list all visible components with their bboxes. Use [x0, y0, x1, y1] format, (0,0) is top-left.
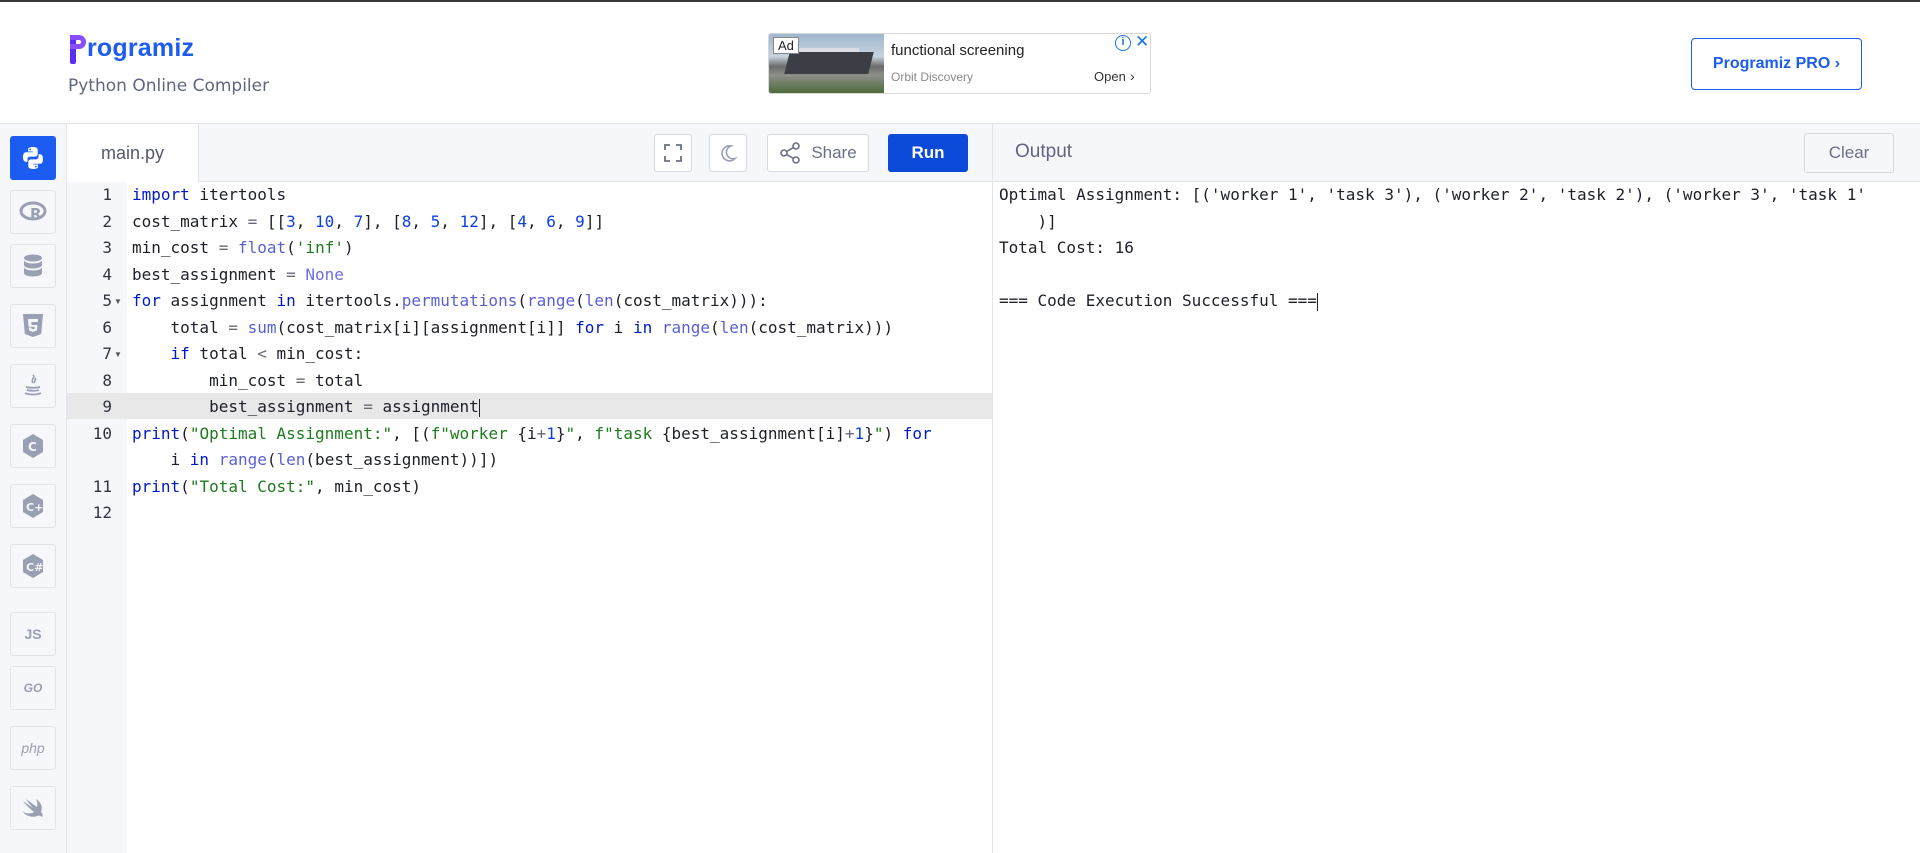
code-line: cost_matrix = [[3, 10, 7], [8, 5, 12], [… [132, 211, 605, 231]
clear-button[interactable]: Clear [1804, 133, 1894, 173]
ad-source: Orbit Discovery [891, 70, 974, 84]
sidebar-item-csharp[interactable]: C# [10, 544, 56, 588]
python-icon [23, 147, 43, 169]
programiz-pro-button[interactable]: Programiz PRO › [1691, 38, 1862, 90]
sidebar-item-sql[interactable] [10, 244, 56, 288]
database-icon [24, 254, 42, 277]
svg-text:C#: C# [26, 561, 43, 574]
moon-icon [721, 145, 736, 162]
sidebar-item-swift[interactable] [10, 786, 56, 830]
code-line: min_cost = float('inf') [132, 238, 354, 257]
line-number: 5 [102, 291, 112, 310]
sidebar-item-java[interactable] [10, 364, 56, 408]
html5-icon [23, 314, 43, 337]
line-number: 9 [102, 397, 112, 416]
code-line: for assignment in itertools.permutations… [132, 291, 768, 310]
logo-mark-icon [68, 32, 86, 64]
line-number: 6 [102, 317, 112, 337]
go-icon: GO [23, 681, 43, 695]
sidebar-item-go[interactable]: GO [10, 666, 56, 710]
line-number: 10 [92, 423, 112, 443]
csharp-icon: C# [23, 554, 43, 578]
code-line: if total < min_cost: [170, 344, 364, 363]
programiz-logo[interactable]: rogramiz [68, 32, 194, 64]
theme-toggle-button[interactable] [709, 134, 747, 172]
language-sidebar: R C C+ C# JS GO php [0, 124, 67, 853]
svg-text:C+: C+ [26, 501, 43, 514]
line-number: 4 [102, 264, 112, 284]
fullscreen-button[interactable] [654, 134, 692, 172]
output-toolbar: Output Clear [992, 124, 1920, 182]
cpp-icon: C+ [23, 494, 43, 518]
line-number: 8 [102, 370, 112, 390]
fold-arrow-icon[interactable]: ▼ [114, 297, 122, 306]
chevron-right-icon[interactable]: › [1130, 68, 1135, 84]
output-title: Output [1015, 141, 1073, 162]
fold-arrow-icon[interactable]: ▼ [114, 350, 122, 359]
ad-banner[interactable]: Ad functional screening Orbit Discovery … [768, 33, 1151, 94]
line-number: 7 [102, 344, 112, 363]
ad-image: Ad [769, 34, 884, 93]
sidebar-item-javascript[interactable]: JS [10, 612, 56, 656]
text-cursor [478, 398, 480, 417]
output-success-text: === Code Execution Successful === [999, 291, 1317, 310]
output-line: Total Cost: 16 [999, 238, 1134, 257]
java-icon [24, 374, 42, 396]
sidebar-item-html[interactable] [10, 304, 56, 348]
ad-open-link[interactable]: Open [1094, 69, 1126, 84]
output-line: === Code Execution Successful === [999, 288, 1318, 315]
sidebar-item-r[interactable]: R [10, 190, 56, 234]
close-icon[interactable]: ✕ [1135, 34, 1149, 52]
code-line: min_cost = total [132, 370, 364, 390]
ad-title[interactable]: functional screening [891, 42, 1024, 59]
r-icon: R [19, 201, 47, 223]
info-icon[interactable]: i [1115, 35, 1131, 51]
svg-text:R: R [30, 205, 42, 223]
code-line: i in range(len(best_assignment))]) [132, 450, 499, 469]
text-cursor [1316, 292, 1318, 311]
line-number: 11 [92, 476, 112, 496]
code-line: best_assignment = assignment [132, 397, 480, 417]
code-line: total = sum(cost_matrix[i][assignment[i]… [132, 317, 894, 337]
svg-text:C: C [28, 440, 37, 454]
output-line: Optimal Assignment: [('worker 1', 'task … [999, 185, 1866, 204]
line-number: 1 [102, 185, 112, 204]
site-header: rogramiz Python Online Compiler Ad funct… [0, 2, 1920, 124]
sidebar-item-php[interactable]: php [10, 726, 56, 770]
editor-toolbar: main.py Share Run [67, 124, 992, 182]
code-line: print("Total Cost:", min_cost) [132, 476, 422, 496]
share-label: Share [811, 143, 857, 162]
logo-text: rogramiz [87, 33, 195, 62]
share-button[interactable]: Share [767, 134, 869, 172]
line-number: 3 [102, 238, 112, 257]
file-tab-main-py[interactable]: main.py [67, 124, 199, 182]
code-line: best_assignment = None [132, 264, 344, 284]
code-line: import itertools [132, 185, 287, 204]
line-number: 2 [102, 211, 112, 231]
fullscreen-icon [664, 144, 682, 162]
javascript-icon: JS [24, 626, 42, 642]
sidebar-item-c[interactable]: C [10, 424, 56, 468]
share-icon [780, 142, 801, 164]
output-line: )] [999, 211, 1057, 231]
code-line: print("Optimal Assignment:", [(f"worker … [132, 423, 932, 443]
php-icon: php [21, 740, 45, 756]
swift-icon [22, 799, 43, 817]
ad-badge: Ad [773, 37, 799, 54]
sidebar-item-cpp[interactable]: C+ [10, 484, 56, 528]
c-icon: C [23, 434, 43, 458]
run-button[interactable]: Run [888, 134, 968, 172]
line-number: 12 [92, 503, 112, 522]
page-subtitle: Python Online Compiler [68, 76, 270, 96]
sidebar-item-python[interactable] [10, 136, 56, 180]
output-console[interactable]: Optimal Assignment: [('worker 1', 'task … [992, 182, 1920, 853]
